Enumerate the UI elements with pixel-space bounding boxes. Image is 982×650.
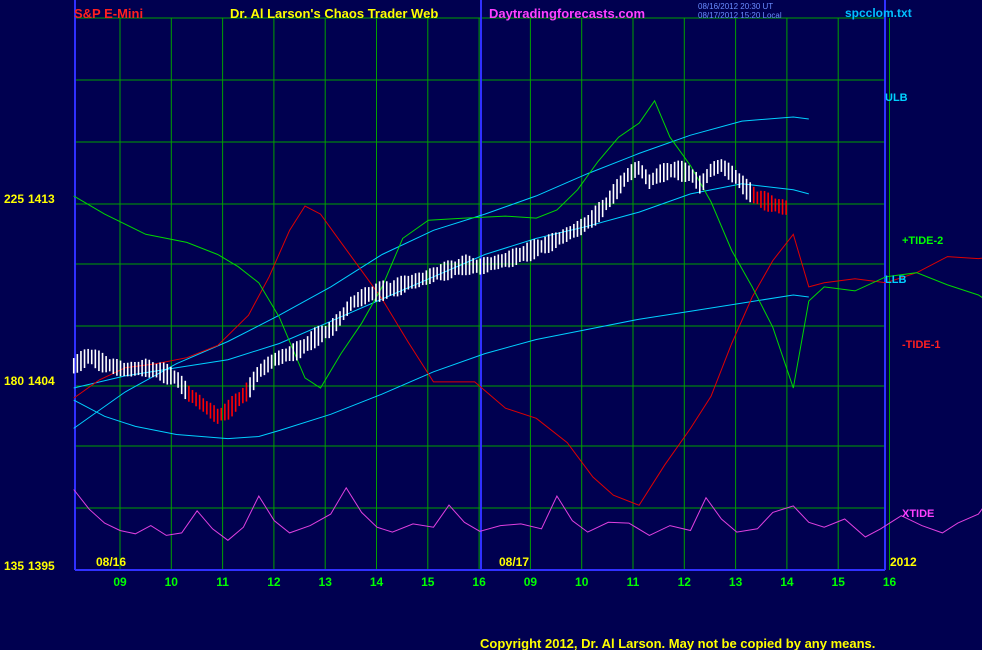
series-label-ulb: ULB — [885, 92, 908, 104]
x-tick-label: 14 — [780, 575, 794, 589]
date-label-day1: 08/16 — [96, 555, 126, 569]
chart-window: 09 10 11 12 13 14 15 16 09 10 11 12 13 14 15 16 S&P E-M… — [0, 0, 982, 650]
x-tick-label: 12 — [678, 575, 692, 589]
y-tide-label-mid: 180 — [4, 374, 24, 388]
site-label: Daytradingforecasts.com — [489, 6, 645, 21]
x-tick-label: 16 — [472, 575, 486, 589]
xtide-line — [73, 486, 982, 541]
y-price-label-top: 1413 — [28, 192, 55, 206]
chart-title: Dr. Al Larson's Chaos Trader Web — [230, 6, 438, 21]
timestamp-line-2: 08/17/2012 15:20 Local — [698, 11, 782, 20]
x-tick-label: 09 — [113, 575, 127, 589]
series-label-tide1: -TIDE-1 — [902, 339, 941, 351]
year-label: 2012 — [890, 555, 917, 569]
x-tick-label: 13 — [319, 575, 333, 589]
y-price-label-mid: 1404 — [28, 374, 55, 388]
grid-lines — [75, 17, 890, 571]
file-label: spcclom.txt — [845, 6, 912, 20]
series-label-llb: LLB — [885, 274, 906, 286]
chaos-trader-chart: 09 10 11 12 13 14 15 16 09 10 11 12 13 14 15 16 S&P E-M… — [4, 0, 982, 650]
y-price-label-bottom: 1395 — [28, 559, 55, 573]
label-layer: 09 10 11 12 13 14 15 16 09 10 11 12 13 14 15 16 — [113, 575, 896, 589]
x-tick-label: 16 — [883, 575, 897, 589]
x-tick-label: 12 — [267, 575, 281, 589]
plot-frame — [74, 0, 886, 571]
x-tick-label: 10 — [165, 575, 179, 589]
x-tick-label: 11 — [627, 575, 640, 589]
x-tick-label: 15 — [421, 575, 435, 589]
x-tick-label: 14 — [370, 575, 384, 589]
x-tick-label: 09 — [524, 575, 538, 589]
series-layer — [72, 99, 982, 541]
x-tick-label: 11 — [216, 575, 229, 589]
timestamp-line-1: 08/16/2012 20:30 UT — [698, 2, 773, 11]
series-label-tide2: +TIDE-2 — [902, 235, 943, 247]
copyright-notice: Copyright 2012, Dr. Al Larson. May not b… — [480, 636, 875, 650]
x-tick-label: 13 — [729, 575, 743, 589]
series-label-xtide: XTIDE — [902, 508, 934, 520]
y-tide-label-top: 225 — [4, 192, 24, 206]
x-tick-label: 10 — [575, 575, 589, 589]
date-label-day2: 08/17 — [499, 555, 529, 569]
band-mid-line — [73, 183, 809, 389]
x-tick-label: 15 — [832, 575, 846, 589]
y-tide-label-bottom: 135 — [4, 559, 24, 573]
instrument-label: S&P E-Mini — [74, 6, 143, 21]
